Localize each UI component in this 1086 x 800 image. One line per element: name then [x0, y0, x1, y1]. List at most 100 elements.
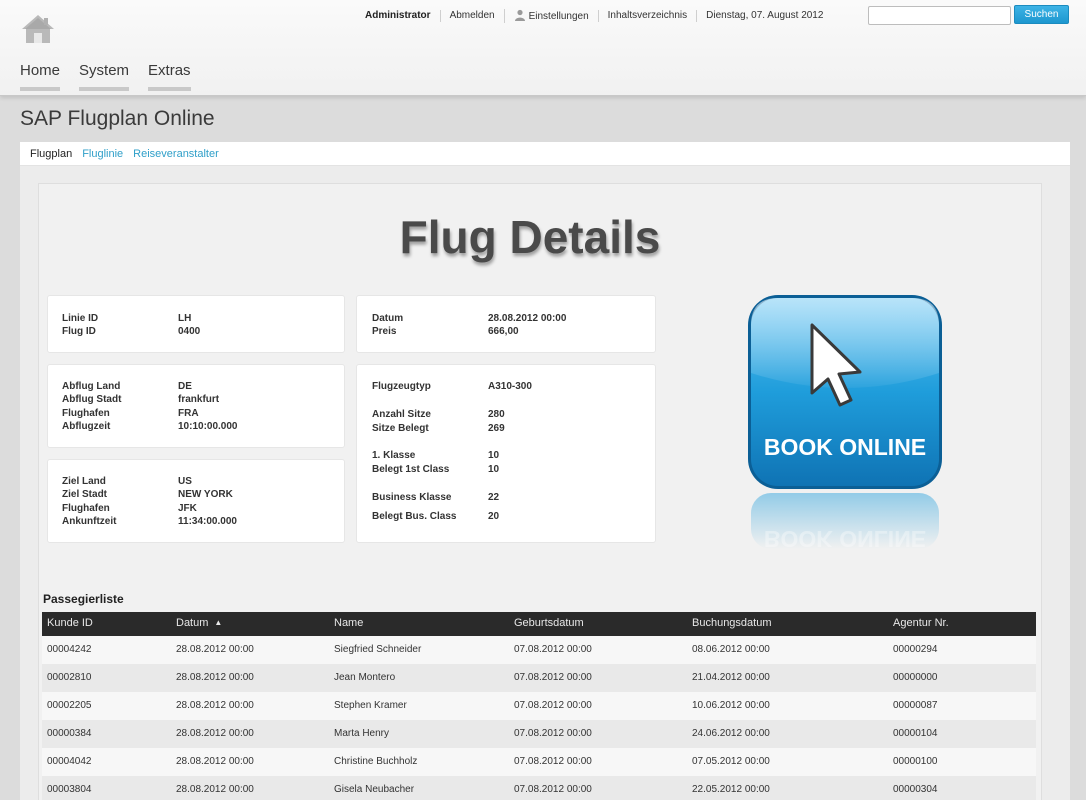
settings-link[interactable]: Einstellungen	[503, 9, 598, 23]
cell-buchungsdatum: 21.04.2012 00:00	[692, 672, 770, 683]
logout-link[interactable]: Abmelden	[439, 10, 504, 22]
dep-time-value: 10:10:00.000	[178, 421, 238, 432]
price-label: Preis	[372, 326, 397, 337]
business-occupied-value: 20	[488, 511, 500, 522]
table-row[interactable]: 00000384 28.08.2012 00:00 Marta Henry 07…	[42, 720, 1036, 748]
cell-geburtsdatum: 07.08.2012 00:00	[514, 672, 592, 683]
business-occupied-label: Belegt Bus. Class	[372, 511, 457, 522]
table-row[interactable]: 00002205 28.08.2012 00:00 Stephen Kramer…	[42, 692, 1036, 720]
table-row[interactable]: 00004042 28.08.2012 00:00 Christine Buch…	[42, 748, 1036, 776]
aircraft-type-label: Flugzeugtyp	[372, 381, 431, 392]
card-date-price: Datum 28.08.2012 00:00 Preis 666,00	[356, 295, 656, 353]
user-icon	[514, 9, 525, 21]
table-row[interactable]: 00002810 28.08.2012 00:00 Jean Montero 0…	[42, 664, 1036, 692]
crumb-flugplan[interactable]: Flugplan	[30, 148, 72, 160]
cell-buchungsdatum: 10.06.2012 00:00	[692, 700, 770, 711]
cell-name: Christine Buchholz	[334, 756, 418, 767]
first-class-label: 1. Klasse	[372, 450, 416, 461]
dep-city-value: frankfurt	[178, 394, 220, 405]
cell-geburtsdatum: 07.08.2012 00:00	[514, 756, 592, 767]
cell-buchungsdatum: 24.06.2012 00:00	[692, 728, 770, 739]
dest-time-label: Ankunftzeit	[62, 516, 117, 527]
top-links: Administrator Abmelden Einstellungen Inh…	[365, 9, 832, 23]
cell-kunde-id: 00002810	[47, 672, 92, 683]
cell-datum: 28.08.2012 00:00	[176, 728, 254, 739]
col-datum-label: Datum	[176, 617, 209, 629]
dest-country-value: US	[178, 476, 192, 487]
card-aircraft: Flugzeugtyp A310-300 Anzahl Sitze 280 Si…	[356, 364, 656, 543]
nav-home[interactable]: Home	[20, 62, 61, 91]
cell-buchungsdatum: 07.05.2012 00:00	[692, 756, 770, 767]
col-datum[interactable]: Datum ▲	[176, 617, 222, 629]
seats-value: 280	[488, 409, 505, 420]
current-user: Administrator	[365, 10, 431, 21]
settings-label: Einstellungen	[528, 11, 589, 22]
cell-kunde-id: 00003804	[47, 784, 92, 795]
breadcrumb: Flugplan Fluglinie Reiseveranstalter	[20, 142, 1070, 166]
cell-name: Gisela Neubacher	[334, 784, 415, 795]
home-logo-icon[interactable]	[20, 12, 56, 48]
dep-time-label: Abflugzeit	[62, 421, 111, 432]
search-input[interactable]	[868, 6, 1011, 25]
cell-datum: 28.08.2012 00:00	[176, 784, 254, 795]
page-title: SAP Flugplan Online	[20, 107, 215, 130]
flight-id-label: Flug ID	[62, 326, 96, 337]
cell-kunde-id: 00002205	[47, 700, 92, 711]
cell-buchungsdatum: 22.05.2012 00:00	[692, 784, 770, 795]
business-class-value: 22	[488, 492, 500, 503]
seats-label: Anzahl Sitze	[372, 409, 431, 420]
dest-airport-value: JFK	[178, 503, 197, 514]
dest-time-value: 11:34:00.000	[178, 516, 237, 527]
cell-geburtsdatum: 07.08.2012 00:00	[514, 728, 592, 739]
crumb-reiseveranstalter[interactable]: Reiseveranstalter	[133, 148, 219, 160]
col-name[interactable]: Name	[334, 617, 363, 629]
dep-airport-label: Flughafen	[62, 408, 110, 419]
cell-agentur-nr: 00000104	[893, 728, 938, 739]
cell-agentur-nr: 00000294	[893, 644, 938, 655]
details-title: Flug Details	[399, 211, 661, 263]
sort-asc-icon: ▲	[214, 618, 223, 627]
price-value: 666,00	[488, 326, 519, 337]
flight-line-value: LH	[178, 313, 192, 324]
card-departure: Abflug Land DE Abflug Stadt frankfurt Fl…	[47, 364, 345, 448]
nav-extras[interactable]: Extras	[148, 62, 191, 91]
first-class-occupied-label: Belegt 1st Class	[372, 464, 450, 475]
cell-name: Marta Henry	[334, 728, 390, 739]
cell-kunde-id: 00004042	[47, 756, 92, 767]
search-button[interactable]: Suchen	[1014, 5, 1069, 24]
col-geburtsdatum[interactable]: Geburtsdatum	[514, 617, 584, 629]
cell-datum: 28.08.2012 00:00	[176, 756, 254, 767]
flight-id-value: 0400	[178, 326, 201, 337]
passenger-list-title: Passegierliste	[43, 592, 124, 606]
current-date: Dienstag, 07. August 2012	[696, 10, 832, 22]
dest-airport-label: Flughafen	[62, 503, 110, 514]
index-link[interactable]: Inhaltsverzeichnis	[597, 10, 696, 22]
table-row[interactable]: 00004242 28.08.2012 00:00 Siegfried Schn…	[42, 636, 1036, 664]
cell-name: Jean Montero	[334, 672, 396, 683]
crumb-fluglinie[interactable]: Fluglinie	[82, 148, 123, 160]
col-buchungsdatum[interactable]: Buchungsdatum	[692, 617, 772, 629]
dep-country-label: Abflug Land	[62, 381, 121, 392]
cell-agentur-nr: 00000087	[893, 700, 938, 711]
seats-occupied-label: Sitze Belegt	[372, 423, 429, 434]
col-kunde-id[interactable]: Kunde ID	[47, 617, 93, 629]
business-class-label: Business Klasse	[372, 492, 452, 503]
book-online-reflection: BOOK ONLINE	[764, 526, 926, 552]
cell-name: Siegfried Schneider	[334, 644, 422, 655]
aircraft-type-value: A310-300	[488, 381, 532, 392]
dest-country-label: Ziel Land	[62, 476, 106, 487]
book-online-button[interactable]: BOOK ONLINE BOOK ONLINE	[746, 293, 946, 553]
seats-occupied-value: 269	[488, 423, 505, 434]
main-nav: Home System Extras	[20, 62, 210, 91]
cell-kunde-id: 00004242	[47, 644, 92, 655]
cell-geburtsdatum: 07.08.2012 00:00	[514, 700, 592, 711]
nav-system[interactable]: System	[79, 62, 130, 91]
cell-geburtsdatum: 07.08.2012 00:00	[514, 644, 592, 655]
col-agentur-nr[interactable]: Agentur Nr.	[893, 617, 949, 629]
dep-city-label: Abflug Stadt	[62, 394, 122, 405]
card-flight: Linie ID LH Flug ID 0400	[47, 295, 345, 353]
book-online-label: BOOK ONLINE	[764, 434, 926, 460]
cell-agentur-nr: 00000100	[893, 756, 938, 767]
table-row[interactable]: 00003804 28.08.2012 00:00 Gisela Neubach…	[42, 776, 1036, 800]
date-label: Datum	[372, 313, 404, 324]
